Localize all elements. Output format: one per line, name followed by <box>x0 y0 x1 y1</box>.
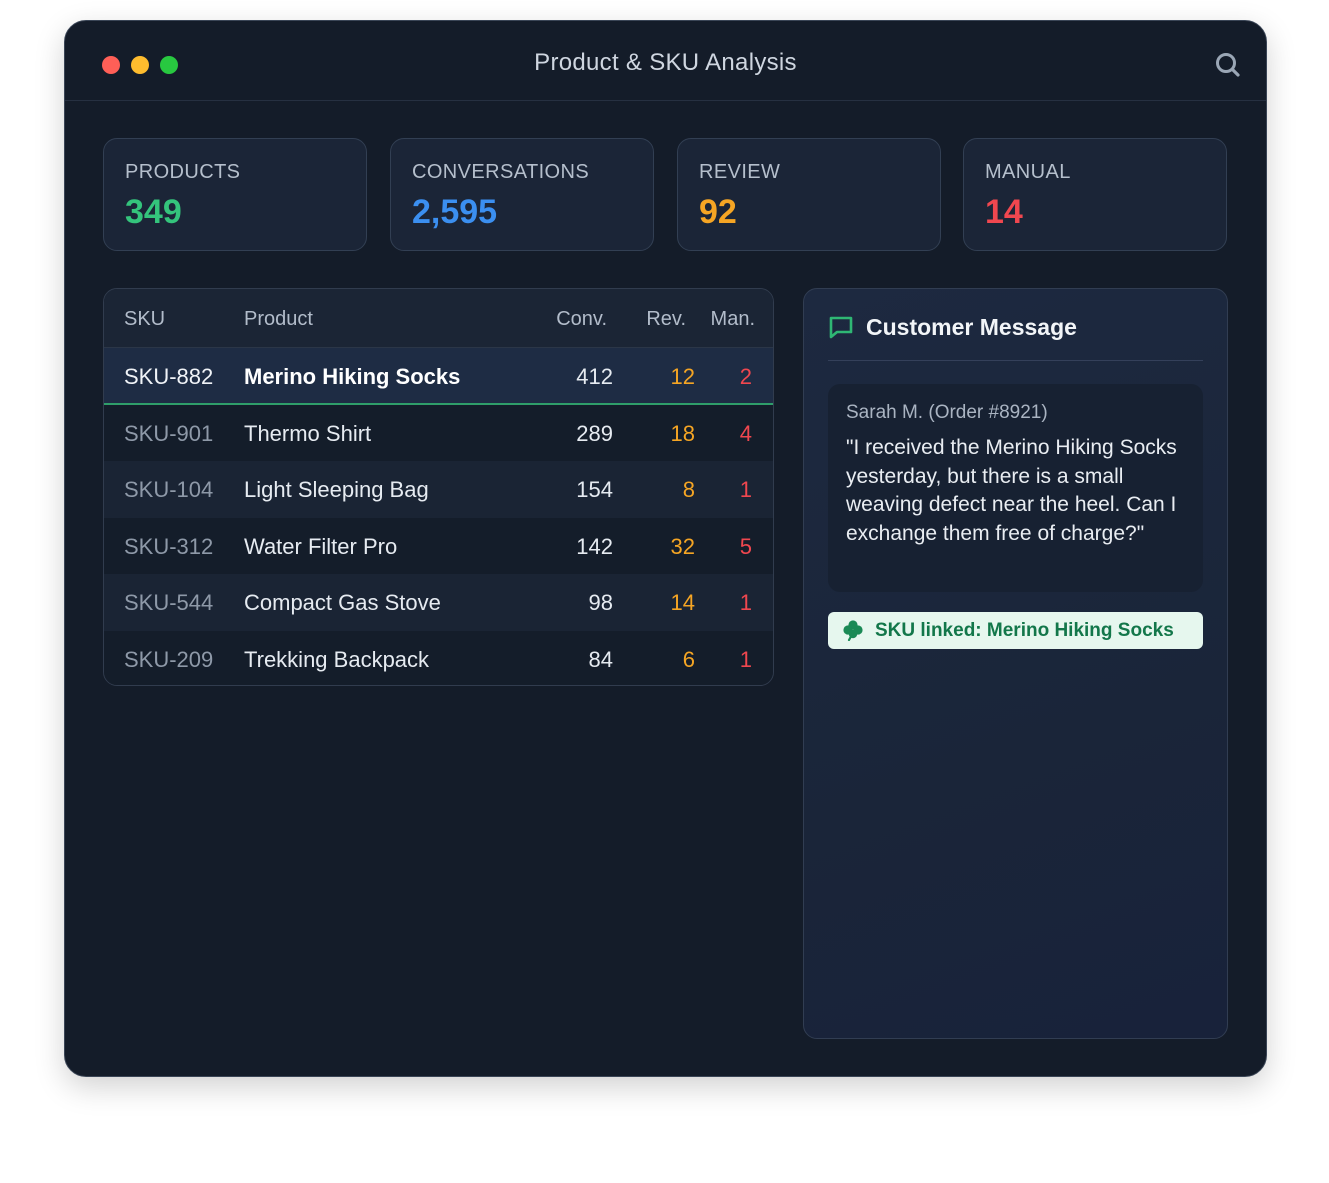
column-header-man[interactable]: Man. <box>711 308 755 331</box>
sku-linked-label: SKU linked: Merino Hiking Socks <box>875 620 1174 641</box>
table-row[interactable]: SKU-901 Thermo Shirt 289 18 4 <box>104 405 773 462</box>
message-bubble: Sarah M. (Order #8921) "I received the M… <box>828 384 1203 592</box>
rev-cell: 18 <box>670 421 695 446</box>
divider <box>828 360 1203 361</box>
stat-label: MANUAL <box>985 161 1071 183</box>
stat-value: 92 <box>699 193 737 231</box>
sku-cell: SKU-901 <box>124 421 214 446</box>
message-text: "I received the Merino Hiking Socks yest… <box>846 436 1177 545</box>
man-cell: 4 <box>739 421 752 446</box>
rev-cell: 6 <box>682 647 695 672</box>
stat-card-products: PRODUCTS 349 <box>103 138 367 251</box>
column-header-conv[interactable]: Conv. <box>556 308 607 331</box>
table-header: SKU Product Conv. Rev. Man. <box>104 289 773 348</box>
man-cell: 1 <box>739 647 752 672</box>
product-cell: Merino Hiking Socks <box>244 364 461 389</box>
clover-icon <box>842 619 864 642</box>
table-row[interactable]: SKU-104 Light Sleeping Bag 154 8 1 <box>104 461 773 518</box>
table-row[interactable]: SKU-882 Merino Hiking Socks 412 12 2 <box>104 348 773 405</box>
conv-cell: 289 <box>576 421 613 446</box>
sku-cell: SKU-882 <box>124 364 214 389</box>
product-cell: Trekking Backpack <box>244 647 430 672</box>
product-cell: Water Filter Pro <box>244 534 398 559</box>
table-row[interactable]: SKU-544 Compact Gas Stove 98 14 1 <box>104 574 773 631</box>
rev-cell: 14 <box>670 590 695 615</box>
sku-cell: SKU-312 <box>124 534 214 559</box>
search-icon[interactable] <box>1214 51 1242 79</box>
stat-label: PRODUCTS <box>125 161 241 183</box>
stat-label: REVIEW <box>699 161 781 183</box>
sku-table: SKU Product Conv. Rev. Man. SKU-882 Meri… <box>103 288 774 686</box>
rev-cell: 32 <box>670 534 695 559</box>
title-bar: Product & SKU Analysis <box>65 21 1266 101</box>
conv-cell: 142 <box>576 534 613 559</box>
sku-cell: SKU-209 <box>124 647 214 672</box>
conv-cell: 84 <box>588 647 613 672</box>
conv-cell: 412 <box>576 364 613 389</box>
customer-message-panel: Customer Message Sarah M. (Order #8921) … <box>803 288 1228 1039</box>
sku-cell: SKU-104 <box>124 477 214 502</box>
stat-card-manual: MANUAL 14 <box>963 138 1227 251</box>
column-header-rev[interactable]: Rev. <box>646 308 686 331</box>
sku-linked-badge[interactable]: SKU linked: Merino Hiking Socks <box>828 612 1203 649</box>
app-window: Product & SKU Analysis PRODUCTS 349 CONV… <box>64 20 1267 1077</box>
chat-bubble-icon <box>828 315 854 339</box>
panel-title: Customer Message <box>866 314 1077 340</box>
column-header-sku[interactable]: SKU <box>124 308 165 331</box>
man-cell: 1 <box>739 590 752 615</box>
rev-cell: 8 <box>682 477 695 502</box>
man-cell: 5 <box>739 534 752 559</box>
column-header-product[interactable]: Product <box>244 308 313 331</box>
stat-value: 14 <box>985 193 1023 231</box>
table-row[interactable]: SKU-312 Water Filter Pro 142 32 5 <box>104 518 773 575</box>
stat-value: 349 <box>125 193 182 231</box>
stat-card-conversations: CONVERSATIONS 2,595 <box>390 138 654 251</box>
man-cell: 2 <box>739 364 752 389</box>
product-cell: Compact Gas Stove <box>244 590 441 615</box>
message-author: Sarah M. (Order #8921) <box>846 402 1048 423</box>
table-row[interactable]: SKU-209 Trekking Backpack 84 6 1 <box>104 631 773 685</box>
product-cell: Thermo Shirt <box>244 421 372 446</box>
man-cell: 1 <box>739 477 752 502</box>
window-title: Product & SKU Analysis <box>534 49 797 76</box>
stat-label: CONVERSATIONS <box>412 161 590 183</box>
rev-cell: 12 <box>670 364 695 389</box>
stat-value: 2,595 <box>412 193 498 231</box>
sku-cell: SKU-544 <box>124 590 214 615</box>
conv-cell: 98 <box>588 590 613 615</box>
stat-card-review: REVIEW 92 <box>677 138 941 251</box>
product-cell: Light Sleeping Bag <box>244 477 429 502</box>
conv-cell: 154 <box>576 477 613 502</box>
